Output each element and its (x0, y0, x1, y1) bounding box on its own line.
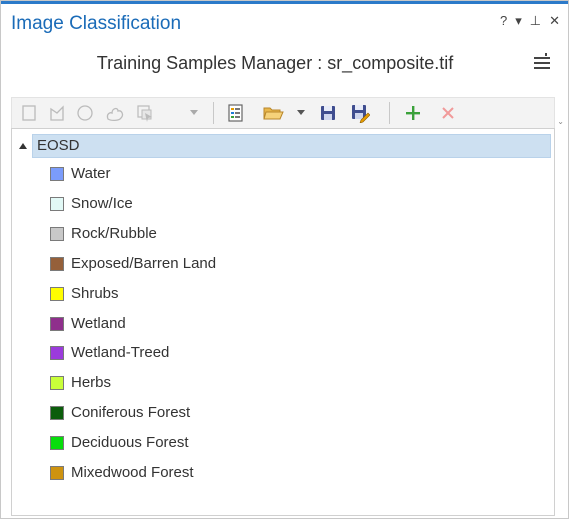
toolbar-overflow-icon[interactable]: ⌄ (557, 117, 564, 126)
training-samples-toolbar (11, 97, 555, 128)
pane-title-controls: ? ▾ ⊥ ✕ (500, 13, 560, 29)
class-color-swatch (50, 196, 64, 211)
add-class-icon[interactable] (402, 102, 424, 124)
class-label: Snow/Ice (71, 194, 133, 212)
class-item[interactable]: Coniferous Forest (12, 401, 554, 425)
pane-options-button[interactable]: ▾ (515, 13, 522, 29)
class-item[interactable]: Water (12, 162, 554, 186)
save-as-icon[interactable] (349, 102, 371, 124)
class-item[interactable]: Deciduous Forest (12, 431, 554, 455)
class-color-swatch (50, 226, 64, 241)
class-item[interactable]: Wetland (12, 312, 554, 336)
class-label: Wetland-Treed (71, 344, 170, 362)
pane-accent-bar (1, 1, 568, 4)
class-label: Wetland (71, 314, 126, 332)
class-color-swatch (50, 466, 64, 480)
select-segment-tool-icon[interactable] (134, 102, 156, 124)
class-label: Water (71, 165, 111, 182)
class-color-swatch (50, 316, 64, 331)
polygon-tool-icon[interactable] (46, 102, 68, 124)
menu-icon[interactable] (532, 53, 552, 71)
toolbar-separator (213, 102, 214, 124)
create-schema-icon[interactable] (224, 102, 246, 124)
class-color-swatch (50, 436, 64, 451)
class-color-swatch (50, 286, 64, 301)
class-item[interactable]: Herbs (12, 371, 554, 395)
help-button[interactable]: ? (500, 13, 507, 29)
close-button[interactable]: ✕ (549, 13, 560, 29)
chevron-down-icon[interactable] (297, 110, 305, 115)
class-color-swatch (50, 256, 64, 271)
manager-title: Training Samples Manager : sr_composite.… (96, 53, 454, 73)
class-label: Deciduous Forest (71, 434, 189, 452)
freehand-tool-icon[interactable] (104, 102, 126, 124)
open-folder-icon[interactable] (262, 102, 284, 124)
pane-title: Image Classification (11, 13, 182, 34)
class-label: Shrubs (71, 284, 119, 302)
tree-root-row[interactable]: EOSD (12, 134, 554, 158)
class-color-swatch (50, 406, 64, 421)
class-label: Mixedwood Forest (71, 464, 194, 481)
tree-root-label: EOSD (37, 137, 80, 154)
class-item[interactable]: Rock/Rubble (12, 222, 554, 246)
class-item[interactable]: Exposed/Barren Land (12, 252, 554, 276)
tree-root-selection (32, 134, 551, 158)
rectangle-tool-icon[interactable] (18, 102, 40, 124)
class-schema-tree: EOSD Water Snow/Ice Rock/Rubble Exposed/Bar… (11, 128, 555, 516)
class-item[interactable]: Wetland-Treed (12, 341, 554, 365)
save-icon[interactable] (317, 102, 339, 124)
class-label: Rock/Rubble (71, 224, 157, 242)
class-label: Herbs (71, 374, 112, 392)
toolbar-separator (389, 102, 390, 124)
class-color-swatch (50, 376, 64, 391)
class-item[interactable]: Snow/Ice (12, 192, 554, 216)
expand-collapse-icon[interactable] (19, 143, 27, 149)
class-label: Exposed/Barren Land (71, 254, 217, 272)
remove-class-icon[interactable] (437, 102, 459, 124)
class-color-swatch (50, 346, 64, 361)
class-item[interactable]: Mixedwood Forest (12, 461, 554, 485)
class-color-swatch (50, 167, 64, 181)
class-item[interactable]: Shrubs (12, 282, 554, 306)
circle-tool-icon[interactable] (74, 102, 96, 124)
image-classification-pane: Image Classification ? ▾ ⊥ ✕ Training Sa… (0, 0, 569, 519)
class-label: Coniferous Forest (71, 404, 191, 422)
chevron-down-icon[interactable] (190, 110, 198, 115)
pin-button[interactable]: ⊥ (530, 13, 541, 29)
